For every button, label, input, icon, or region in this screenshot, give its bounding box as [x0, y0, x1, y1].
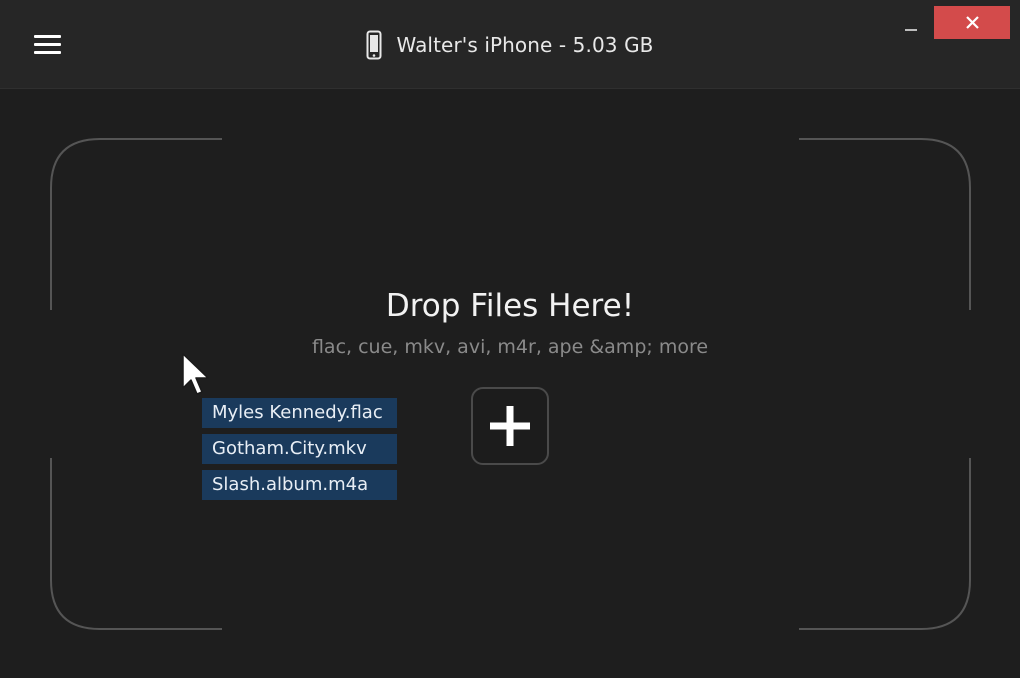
drop-title: Drop Files Here! [385, 288, 635, 324]
dragged-file-item: Myles Kennedy.flac [202, 398, 397, 428]
minimize-icon[interactable] [897, 12, 925, 38]
close-icon [966, 16, 979, 29]
title-bar: Walter's iPhone - 5.03 GB [0, 0, 1020, 89]
phone-icon [366, 30, 382, 60]
plus-icon [490, 406, 530, 446]
device-name-label: Walter's iPhone - 5.03 GB [396, 33, 654, 57]
device-title: Walter's iPhone - 5.03 GB [0, 28, 1020, 62]
add-files-button[interactable] [471, 387, 549, 465]
app-window: Walter's iPhone - 5.03 GB Drop Files Her… [0, 0, 1020, 678]
mouse-pointer-icon [182, 353, 209, 395]
close-button[interactable] [934, 6, 1010, 39]
dragged-file-item: Slash.album.m4a [202, 470, 397, 500]
dragged-file-item: Gotham.City.mkv [202, 434, 397, 464]
drop-subtitle: flac, cue, mkv, avi, m4r, ape &amp; more [311, 336, 709, 358]
